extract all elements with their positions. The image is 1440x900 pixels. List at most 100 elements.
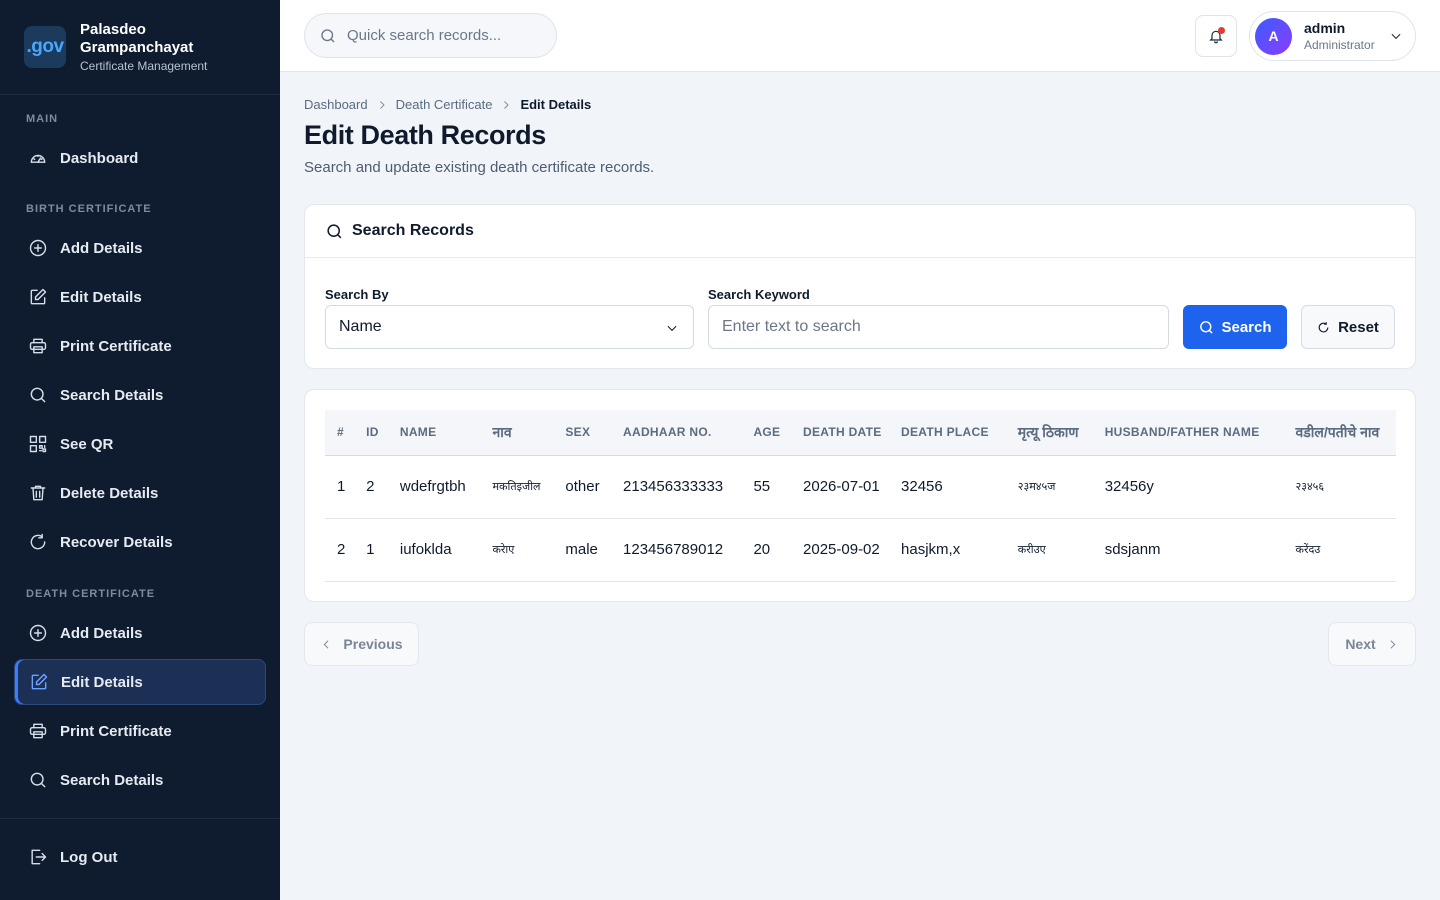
cell-aadhaar: 213456333333 xyxy=(623,478,724,495)
column-header: SEX xyxy=(565,425,591,440)
cell-death-place: 32456 xyxy=(901,478,943,495)
cell-father-name: 32456y xyxy=(1104,478,1154,495)
search-by-label: Search By xyxy=(325,287,389,302)
keyword-label: Search Keyword xyxy=(708,287,810,302)
sidebar-item-label: Recover Details xyxy=(60,533,173,551)
avatar: A xyxy=(1255,17,1292,55)
sidebar-item-label: Add Details xyxy=(60,239,143,257)
previous-button[interactable]: Previous xyxy=(304,622,419,666)
cell-name: iufoklda xyxy=(399,541,452,558)
topbar: A admin Administrator xyxy=(280,0,1440,72)
quick-search-input[interactable] xyxy=(347,27,527,44)
logout-button[interactable]: Log Out xyxy=(14,834,266,880)
page-title: Edit Death Records xyxy=(304,120,546,150)
column-header: AADHAAR NO. xyxy=(623,425,712,440)
search-by-select[interactable]: Name xyxy=(325,305,694,349)
reset-icon xyxy=(1318,321,1329,332)
gov-logo: .gov xyxy=(24,26,66,68)
reset-button[interactable]: Reset xyxy=(1301,305,1395,349)
cell-age: 20 xyxy=(753,541,771,558)
edit-icon xyxy=(30,288,47,305)
breadcrumb-death-certificate[interactable]: Death Certificate xyxy=(396,97,493,112)
chevron-right-icon xyxy=(1390,639,1396,649)
sidebar-item-birth-print[interactable]: Print Certificate xyxy=(14,323,266,369)
cell-sex: other xyxy=(565,478,600,495)
printer-icon xyxy=(29,723,47,739)
search-card: Search Records Search By Name Search Key… xyxy=(304,204,1416,369)
refresh-icon xyxy=(30,533,46,550)
cell-death-date: 2025-09-02 xyxy=(803,540,880,558)
search-by-value: Name xyxy=(339,318,382,335)
cell-death-place-mr: २३म४५ज xyxy=(1017,481,1056,493)
cell-num: 2 xyxy=(337,541,346,558)
sidebar-item-birth-recover[interactable]: Recover Details xyxy=(14,519,266,565)
search-button-label: Search xyxy=(1221,318,1272,336)
printer-icon xyxy=(29,338,47,354)
chevron-down-icon xyxy=(667,325,677,332)
sidebar-item-birth-qr[interactable]: See QR xyxy=(14,421,266,467)
sidebar-item-dashboard[interactable]: Dashboard xyxy=(14,135,266,181)
sidebar-item-death-print[interactable]: Print Certificate xyxy=(14,708,266,754)
next-button[interactable]: Next xyxy=(1328,622,1416,666)
trash-icon xyxy=(30,485,46,501)
cell-death-date: 2026-07-01 xyxy=(803,477,880,495)
column-header: नाव xyxy=(492,423,512,440)
table-row[interactable]: 1 2 wdefrgtbh मकतिइजील other 21345633333… xyxy=(325,455,1396,518)
search-button[interactable]: Search xyxy=(1183,305,1287,349)
logout-label: Log Out xyxy=(60,848,118,866)
cell-father-name: sdsjanm xyxy=(1104,541,1161,558)
cell-name-mr: करेाए xyxy=(492,544,515,556)
column-header: DEATH DATE xyxy=(803,425,882,440)
notification-button[interactable] xyxy=(1195,15,1237,57)
plus-circle-icon xyxy=(29,624,47,642)
gauge-icon xyxy=(30,154,46,163)
sidebar-item-birth-edit[interactable]: Edit Details xyxy=(14,274,266,320)
brand-subtitle: Certificate Management xyxy=(80,59,208,73)
column-header: # xyxy=(337,425,344,440)
sidebar-item-label: Search Details xyxy=(60,386,164,404)
search-icon xyxy=(1200,320,1214,334)
logout-icon xyxy=(31,849,47,865)
column-header: NAME xyxy=(399,425,437,440)
user-menu[interactable]: A admin Administrator xyxy=(1249,11,1416,61)
chevron-right-icon xyxy=(504,100,510,109)
section-label-main: MAIN xyxy=(26,113,59,125)
sidebar-item-death-edit[interactable]: Edit Details xyxy=(14,659,266,705)
cell-age: 55 xyxy=(753,478,771,495)
sidebar-item-birth-search[interactable]: Search Details xyxy=(14,372,266,418)
breadcrumb-dashboard[interactable]: Dashboard xyxy=(304,97,368,112)
cell-num: 1 xyxy=(337,478,346,495)
next-label: Next xyxy=(1345,636,1376,652)
chevron-down-icon xyxy=(1391,33,1401,40)
cell-father-name-mr: २३४५६ xyxy=(1295,481,1325,493)
page-subtitle: Search and update existing death certifi… xyxy=(304,159,655,176)
table-header-row: # ID NAME नाव SEX AADHAAR NO. AGE DEATH … xyxy=(325,410,1396,455)
edit-icon xyxy=(31,673,48,690)
sidebar-item-death-add[interactable]: Add Details xyxy=(14,610,266,656)
cell-father-name-mr: करेंदउ xyxy=(1295,544,1321,556)
table-row[interactable]: 2 1 iufoklda करेाए male 123456789012 20 … xyxy=(325,518,1396,581)
previous-label: Previous xyxy=(343,636,403,652)
user-name: admin xyxy=(1304,20,1346,36)
column-header: AGE xyxy=(753,425,781,440)
sidebar-item-death-search[interactable]: Search Details xyxy=(14,757,266,803)
sidebar-item-birth-add[interactable]: Add Details xyxy=(14,225,266,271)
sidebar-item-label: Delete Details xyxy=(60,484,159,502)
records-table-card: # ID NAME नाव SEX AADHAAR NO. AGE DEATH … xyxy=(304,389,1416,602)
search-icon xyxy=(321,28,335,42)
cell-aadhaar: 123456789012 xyxy=(623,541,724,558)
cell-id: 2 xyxy=(366,478,375,495)
cell-sex: male xyxy=(565,541,598,558)
notification-dot xyxy=(1218,27,1225,34)
divider xyxy=(0,818,280,819)
search-icon xyxy=(30,772,46,788)
sidebar-item-label: Dashboard xyxy=(60,149,139,167)
quick-search[interactable] xyxy=(304,13,557,58)
column-header: वडील/पतीचे नाव xyxy=(1295,423,1380,440)
records-table: # ID NAME नाव SEX AADHAAR NO. AGE DEATH … xyxy=(325,410,1396,582)
sidebar-item-birth-delete[interactable]: Delete Details xyxy=(14,470,266,516)
keyword-input[interactable] xyxy=(708,305,1169,349)
sidebar-item-label: Edit Details xyxy=(60,288,142,306)
cell-death-place-mr: करीउए xyxy=(1017,544,1046,556)
sidebar-item-label: Search Details xyxy=(60,771,164,789)
